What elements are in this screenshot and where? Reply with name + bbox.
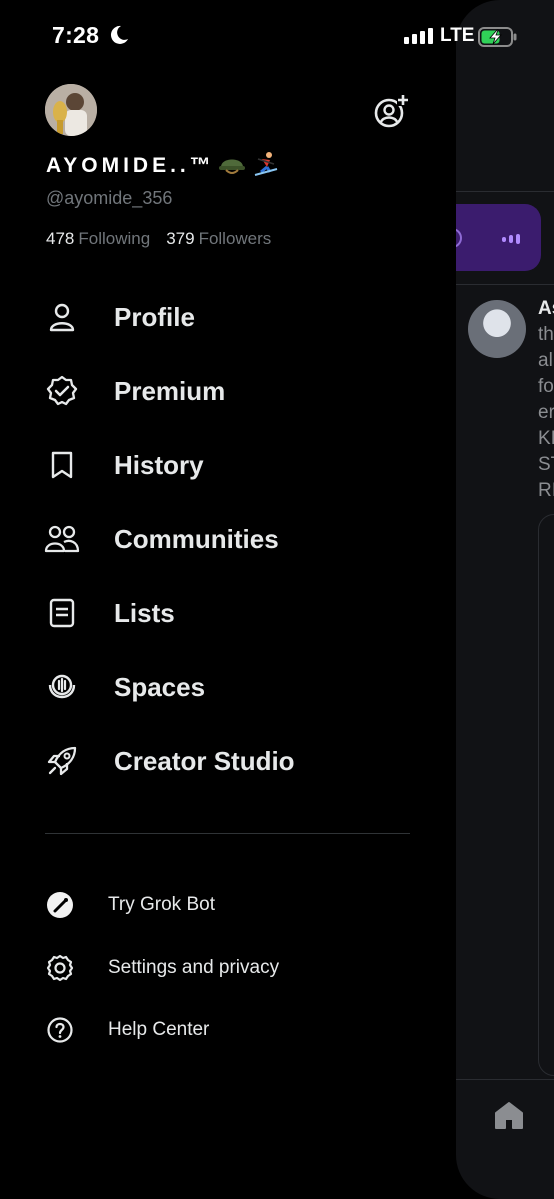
feed-divider — [456, 191, 554, 192]
post-author-avatar[interactable] — [468, 300, 526, 358]
nav-item-label: Creator Studio — [114, 745, 295, 776]
help-icon — [45, 1015, 75, 1045]
military-helmet-icon — [219, 159, 245, 174]
status-bar: 7:28 LTE — [0, 0, 554, 72]
avatar[interactable] — [45, 84, 97, 136]
nav-item-communities[interactable]: Communities — [0, 509, 440, 569]
help-center-link[interactable]: Help Center — [0, 1008, 440, 1052]
try-grok-bot-link[interactable]: Try Grok Bot — [0, 883, 440, 927]
avatar-photo — [45, 84, 97, 136]
settings-and-privacy-label: Settings and privacy — [108, 957, 280, 978]
username-handle[interactable]: @ayomide_356 — [46, 188, 172, 209]
gear-icon — [45, 953, 75, 983]
nav-item-premium[interactable]: Premium — [0, 361, 440, 421]
post-text-preview: As th al fo er KI ST RI — [538, 298, 554, 501]
rocket-icon — [44, 743, 80, 779]
feed-divider — [456, 284, 554, 285]
nav-item-history[interactable]: History — [0, 435, 440, 495]
grok-icon — [45, 890, 75, 920]
tabbar-divider — [456, 1079, 554, 1080]
live-spaces-banner[interactable] — [456, 204, 541, 271]
nav-item-profile[interactable]: Profile — [0, 287, 440, 347]
nav-item-label: Premium — [114, 375, 226, 406]
nav-item-label: Communities — [114, 523, 279, 554]
network-label: LTE — [440, 25, 475, 46]
display-name[interactable]: AYOMIDE..™ — [46, 154, 215, 178]
clock: 7:28 — [52, 22, 100, 48]
spaces-ring-icon — [456, 228, 462, 248]
nav-item-label: History — [114, 449, 204, 480]
settings-and-privacy-link[interactable]: Settings and privacy — [0, 946, 440, 990]
display-name-emojis — [218, 150, 280, 178]
people-icon — [44, 521, 80, 557]
add-account-icon[interactable] — [373, 94, 409, 130]
moon-icon — [110, 25, 128, 44]
nav-item-spaces[interactable]: Spaces — [0, 657, 440, 717]
try-grok-bot-label: Try Grok Bot — [108, 894, 215, 915]
main-feed-preview[interactable]: As th al fo er KI ST RI — [456, 0, 554, 1199]
following-link[interactable]: 478 Following — [46, 229, 150, 249]
menu-divider — [45, 833, 410, 834]
help-center-label: Help Center — [108, 1019, 210, 1040]
skier-icon — [254, 152, 278, 176]
battery-charging-icon — [478, 27, 517, 47]
person-icon — [44, 299, 80, 335]
microphone-icon — [44, 669, 80, 705]
nav-item-label: Lists — [114, 597, 175, 628]
home-icon[interactable] — [494, 1100, 524, 1130]
verified-badge-icon — [44, 373, 80, 409]
nav-item-lists[interactable]: Lists — [0, 583, 440, 643]
nav-item-label: Profile — [114, 301, 195, 332]
signal-strength-icon — [404, 28, 433, 44]
audio-wave-icon — [502, 234, 520, 244]
nav-item-label: Spaces — [114, 671, 206, 702]
post-media-card[interactable] — [538, 514, 554, 1076]
list-icon — [44, 595, 80, 631]
side-drawer: AYOMIDE..™ @ayomide_356 478 Following 379… — [0, 0, 456, 1199]
follow-stats: 478 Following 379 Followers — [46, 229, 271, 249]
bookmark-icon — [44, 447, 80, 483]
followers-link[interactable]: 379 Followers — [166, 229, 271, 249]
nav-item-creator-studio[interactable]: Creator Studio — [0, 731, 440, 791]
